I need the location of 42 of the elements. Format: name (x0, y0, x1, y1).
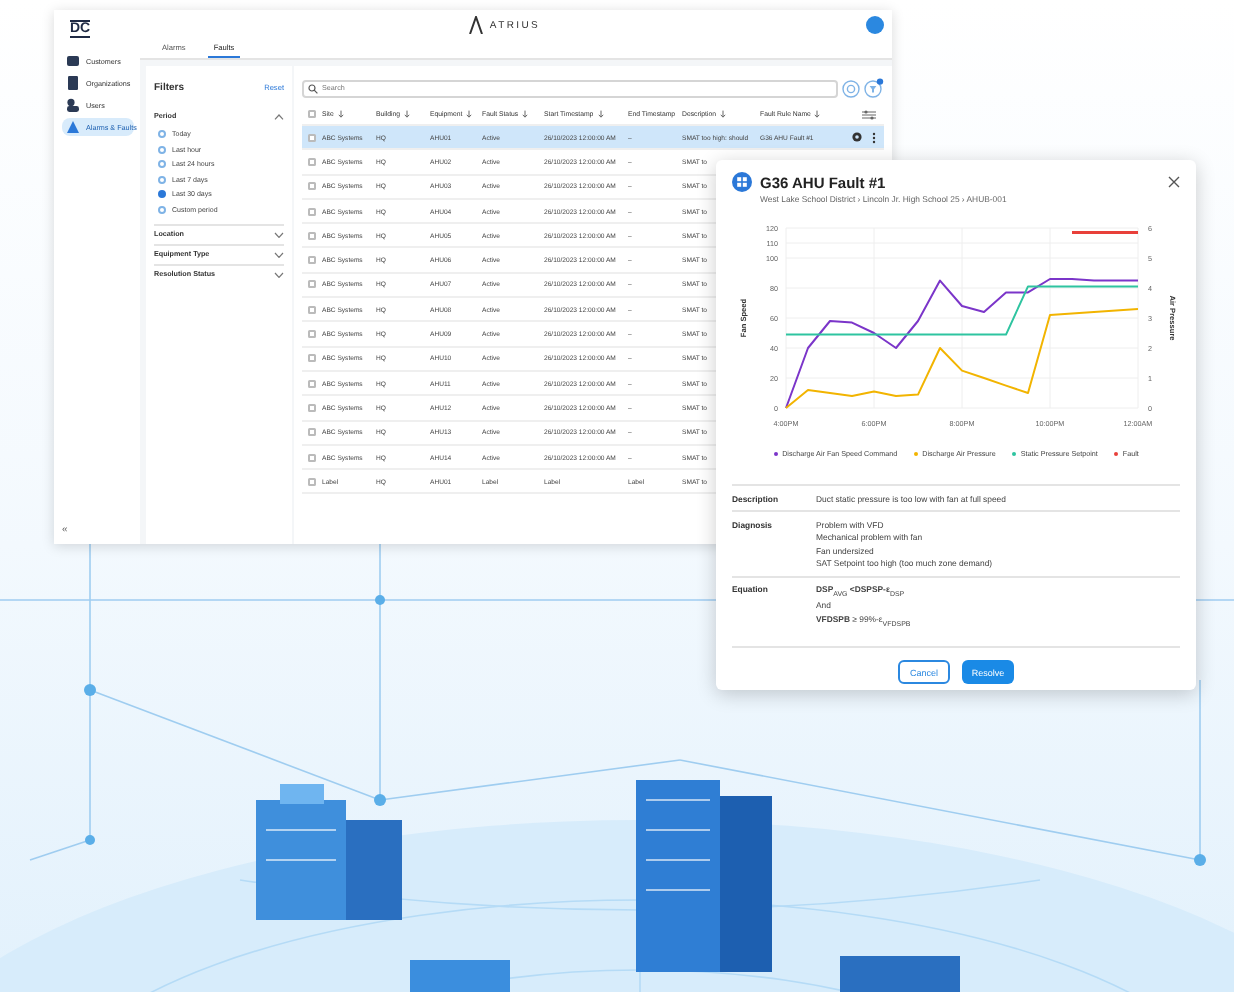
gear-icon[interactable] (852, 132, 862, 143)
avatar[interactable] (866, 16, 885, 34)
folder-icon (66, 54, 80, 68)
sort-icon (522, 110, 529, 118)
checkbox[interactable] (308, 477, 316, 486)
close-icon[interactable] (1168, 176, 1180, 188)
checkbox[interactable] (308, 157, 316, 166)
radio-button[interactable] (158, 190, 166, 198)
checkbox[interactable] (308, 231, 316, 240)
checkbox[interactable] (308, 379, 316, 388)
checkbox[interactable] (308, 453, 316, 461)
checkbox[interactable] (308, 403, 316, 412)
checkbox[interactable] (308, 330, 316, 339)
checkbox[interactable] (308, 207, 316, 216)
brand-logo-icon (467, 16, 484, 34)
document-icon (66, 76, 80, 90)
sort-icon (337, 110, 344, 118)
filter-icon[interactable] (864, 78, 884, 98)
checkbox[interactable] (308, 110, 316, 118)
alert-icon (66, 120, 80, 134)
checkbox[interactable] (308, 428, 316, 437)
checkbox[interactable] (308, 354, 316, 363)
checkbox[interactable] (308, 256, 316, 265)
checkbox[interactable] (308, 182, 316, 191)
radio-button[interactable] (158, 160, 166, 168)
sort-icon (814, 110, 821, 118)
columns-settings-icon[interactable] (862, 109, 876, 119)
grid-icon (732, 172, 752, 192)
person-icon (66, 98, 80, 112)
sort-icon (719, 110, 726, 118)
radio-button[interactable] (158, 145, 166, 153)
radio-button[interactable] (158, 175, 166, 183)
radio-button[interactable] (158, 205, 166, 213)
settings-icon[interactable] (842, 79, 860, 97)
search-icon (308, 83, 318, 93)
checkbox[interactable] (308, 305, 316, 314)
checkbox[interactable] (308, 280, 316, 289)
radio-button[interactable] (158, 130, 166, 138)
sort-icon (466, 110, 473, 118)
checkbox[interactable] (308, 133, 316, 142)
sort-icon (597, 110, 604, 118)
sort-icon (404, 110, 411, 118)
